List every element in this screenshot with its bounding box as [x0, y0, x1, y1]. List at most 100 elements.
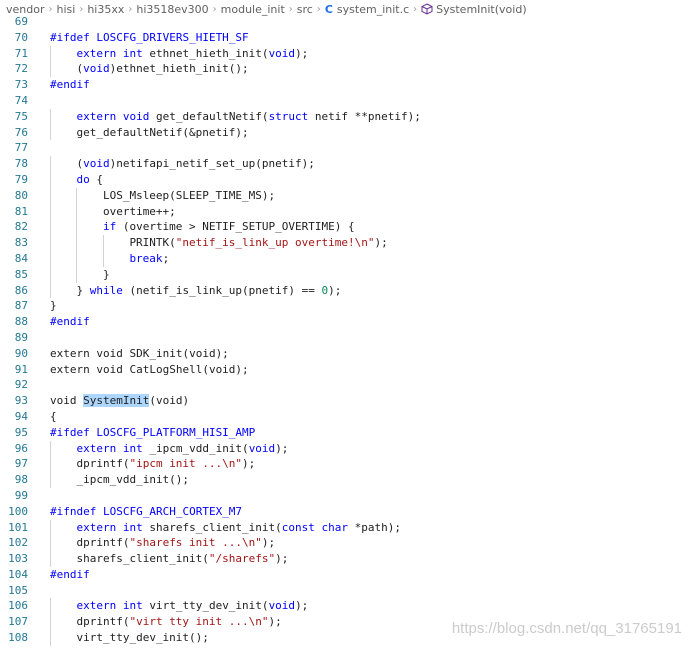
code-line[interactable]: 102 dprintf("sharefs init ...\n");	[0, 535, 688, 552]
line-number: 103	[8, 552, 28, 566]
code-line[interactable]: 95 #ifdef LOSCFG_PLATFORM_HISI_AMP	[0, 425, 688, 441]
code-line[interactable]: 79 do {	[0, 171, 688, 188]
code-line[interactable]: 106 extern int virt_tty_dev_init(void);	[0, 598, 688, 615]
code-line[interactable]: 76 get_defaultNetif(&pnetif);	[0, 124, 688, 141]
line-number: 104	[8, 567, 28, 581]
line-number: 85	[14, 267, 28, 281]
code-text: dprintf("virt tty init ...\n");	[76, 614, 281, 630]
code-line[interactable]: 75 extern void get_defaultNetif(struct ne…	[0, 108, 688, 125]
code-token: }	[50, 299, 57, 313]
indent-guide	[50, 124, 51, 141]
code-token: );	[275, 441, 289, 455]
code-text: #endif	[50, 314, 90, 330]
code-token: extern	[76, 46, 117, 60]
code-line[interactable]: 93 void SystemInit(void)	[0, 393, 688, 409]
line-number: 84	[14, 251, 28, 265]
code-line[interactable]: 70 #ifdef LOSCFG_DRIVERS_HIETH_SF	[0, 30, 688, 46]
code-line[interactable]: 91 extern void CatLogShell(void);	[0, 362, 688, 378]
line-number: 92	[14, 378, 28, 392]
chevron-right-icon: ›	[316, 3, 321, 15]
code-token: #endif	[50, 567, 90, 581]
code-token: sharefs_client_init(	[76, 552, 209, 566]
code-line[interactable]: 73 #endif	[0, 77, 688, 93]
line-number: 107	[8, 615, 28, 629]
code-token: extern void CatLogShell(void);	[50, 362, 249, 376]
code-line[interactable]: 77	[0, 140, 688, 156]
code-text: if (overtime > NETIF_SETUP_OVERTIME) {	[103, 219, 355, 235]
indent-guide	[50, 235, 51, 251]
line-number: 86	[14, 283, 28, 297]
line-number: 78	[14, 157, 28, 171]
line-number: 100	[8, 504, 28, 518]
line-number: 80	[14, 188, 28, 202]
code-token: virt_tty_dev_init();	[76, 631, 209, 645]
code-token: dprintf(	[76, 536, 130, 550]
code-line[interactable]: 72 (void)ethnet_hieth_init();	[0, 61, 688, 78]
chevron-right-icon: ›	[413, 3, 418, 15]
code-token: ethnet_hieth_init(	[142, 46, 269, 60]
indent-guide	[50, 171, 51, 188]
code-line[interactable]: 81 overtime++;	[0, 203, 688, 220]
code-line[interactable]: 88 #endif	[0, 314, 688, 330]
code-text: #ifdef LOSCFG_DRIVERS_HIETH_SF	[50, 30, 249, 46]
code-line[interactable]: 98 _ipcm_vdd_init();	[0, 472, 688, 488]
indent-guide	[50, 108, 51, 125]
code-line[interactable]: 82 if (overtime > NETIF_SETUP_OVERTIME) {	[0, 219, 688, 236]
code-line[interactable]: 97 dprintf("ipcm init ...\n");	[0, 456, 688, 473]
code-token: #endif	[50, 78, 90, 92]
code-line[interactable]: 69	[0, 14, 688, 30]
code-token: void	[50, 394, 84, 408]
code-line[interactable]: 101 extern int sharefs_client_init(const …	[0, 519, 688, 536]
chevron-right-icon: ›	[288, 3, 293, 15]
code-line[interactable]: 87}	[0, 298, 688, 314]
code-token: overtime++;	[102, 204, 176, 218]
code-line[interactable]: 74	[0, 93, 688, 109]
code-token: LOS_Msleep(SLEEP_TIME_MS);	[102, 188, 276, 202]
code-line[interactable]: 104 #endif	[0, 567, 688, 583]
code-text: #endif	[50, 77, 90, 93]
code-token: char	[321, 520, 349, 534]
code-token: dprintf(	[76, 615, 130, 629]
code-editor[interactable]: 69 70 #ifdef LOSCFG_DRIVERS_HIETH_SF 71 exte…	[0, 14, 688, 649]
code-line[interactable]: 86} while (netif_is_link_up(pnetif) == 0…	[0, 282, 688, 299]
code-line[interactable]: 99	[0, 488, 688, 504]
code-token: {	[89, 172, 103, 186]
code-token: extern	[76, 520, 117, 534]
code-line[interactable]: 100 #ifndef LOSCFG_ARCH_CORTEX_M7	[0, 504, 688, 520]
code-line[interactable]: 80 LOS_Msleep(SLEEP_TIME_MS);	[0, 187, 688, 204]
code-line[interactable]: 90 extern void SDK_init(void);	[0, 346, 688, 362]
code-line[interactable]: 78 (void)netifapi_netif_set_up(pnetif);	[0, 156, 688, 172]
indent-guide	[50, 551, 51, 567]
code-line[interactable]: 84 break;	[0, 250, 688, 267]
code-token: ;	[162, 251, 170, 265]
code-line[interactable]: 103 sharefs_client_init("/sharefs");	[0, 551, 688, 567]
code-line[interactable]: 92	[0, 377, 688, 393]
chevron-right-icon: ›	[212, 3, 217, 15]
code-token: "/sharefs"	[208, 552, 276, 566]
line-number: 93	[14, 394, 28, 408]
indent-guide	[102, 250, 104, 267]
code-line[interactable]: 71 extern int ethnet_hieth_init(void);	[0, 45, 688, 62]
code-token: virt_tty_dev_init(	[142, 599, 269, 613]
code-text: PRINTK("netif_is_link_up overtime!\n");	[129, 235, 387, 251]
code-line[interactable]: 105	[0, 583, 688, 599]
code-token: extern	[76, 599, 117, 613]
code-text: _ipcm_vdd_init();	[76, 472, 189, 488]
code-token: sharefs_client_init(	[142, 520, 282, 534]
line-number: 83	[14, 236, 28, 250]
indent-guide	[50, 219, 51, 236]
code-token: void	[83, 62, 110, 76]
highlighted-symbol: SystemInit	[83, 394, 150, 408]
code-line[interactable]: 94 {	[0, 409, 688, 425]
indent-guide	[50, 187, 51, 204]
code-line[interactable]: 96 extern int _ipcm_vdd_init(void);	[0, 440, 688, 457]
code-text: void SystemInit(void)	[50, 393, 189, 409]
code-text: overtime++;	[103, 204, 176, 220]
code-line[interactable]: 85}	[0, 266, 688, 283]
code-line[interactable]: 89	[0, 330, 688, 346]
code-text: }	[103, 267, 110, 283]
code-line[interactable]: 83 PRINTK("netif_is_link_up overtime!\n")…	[0, 235, 688, 251]
